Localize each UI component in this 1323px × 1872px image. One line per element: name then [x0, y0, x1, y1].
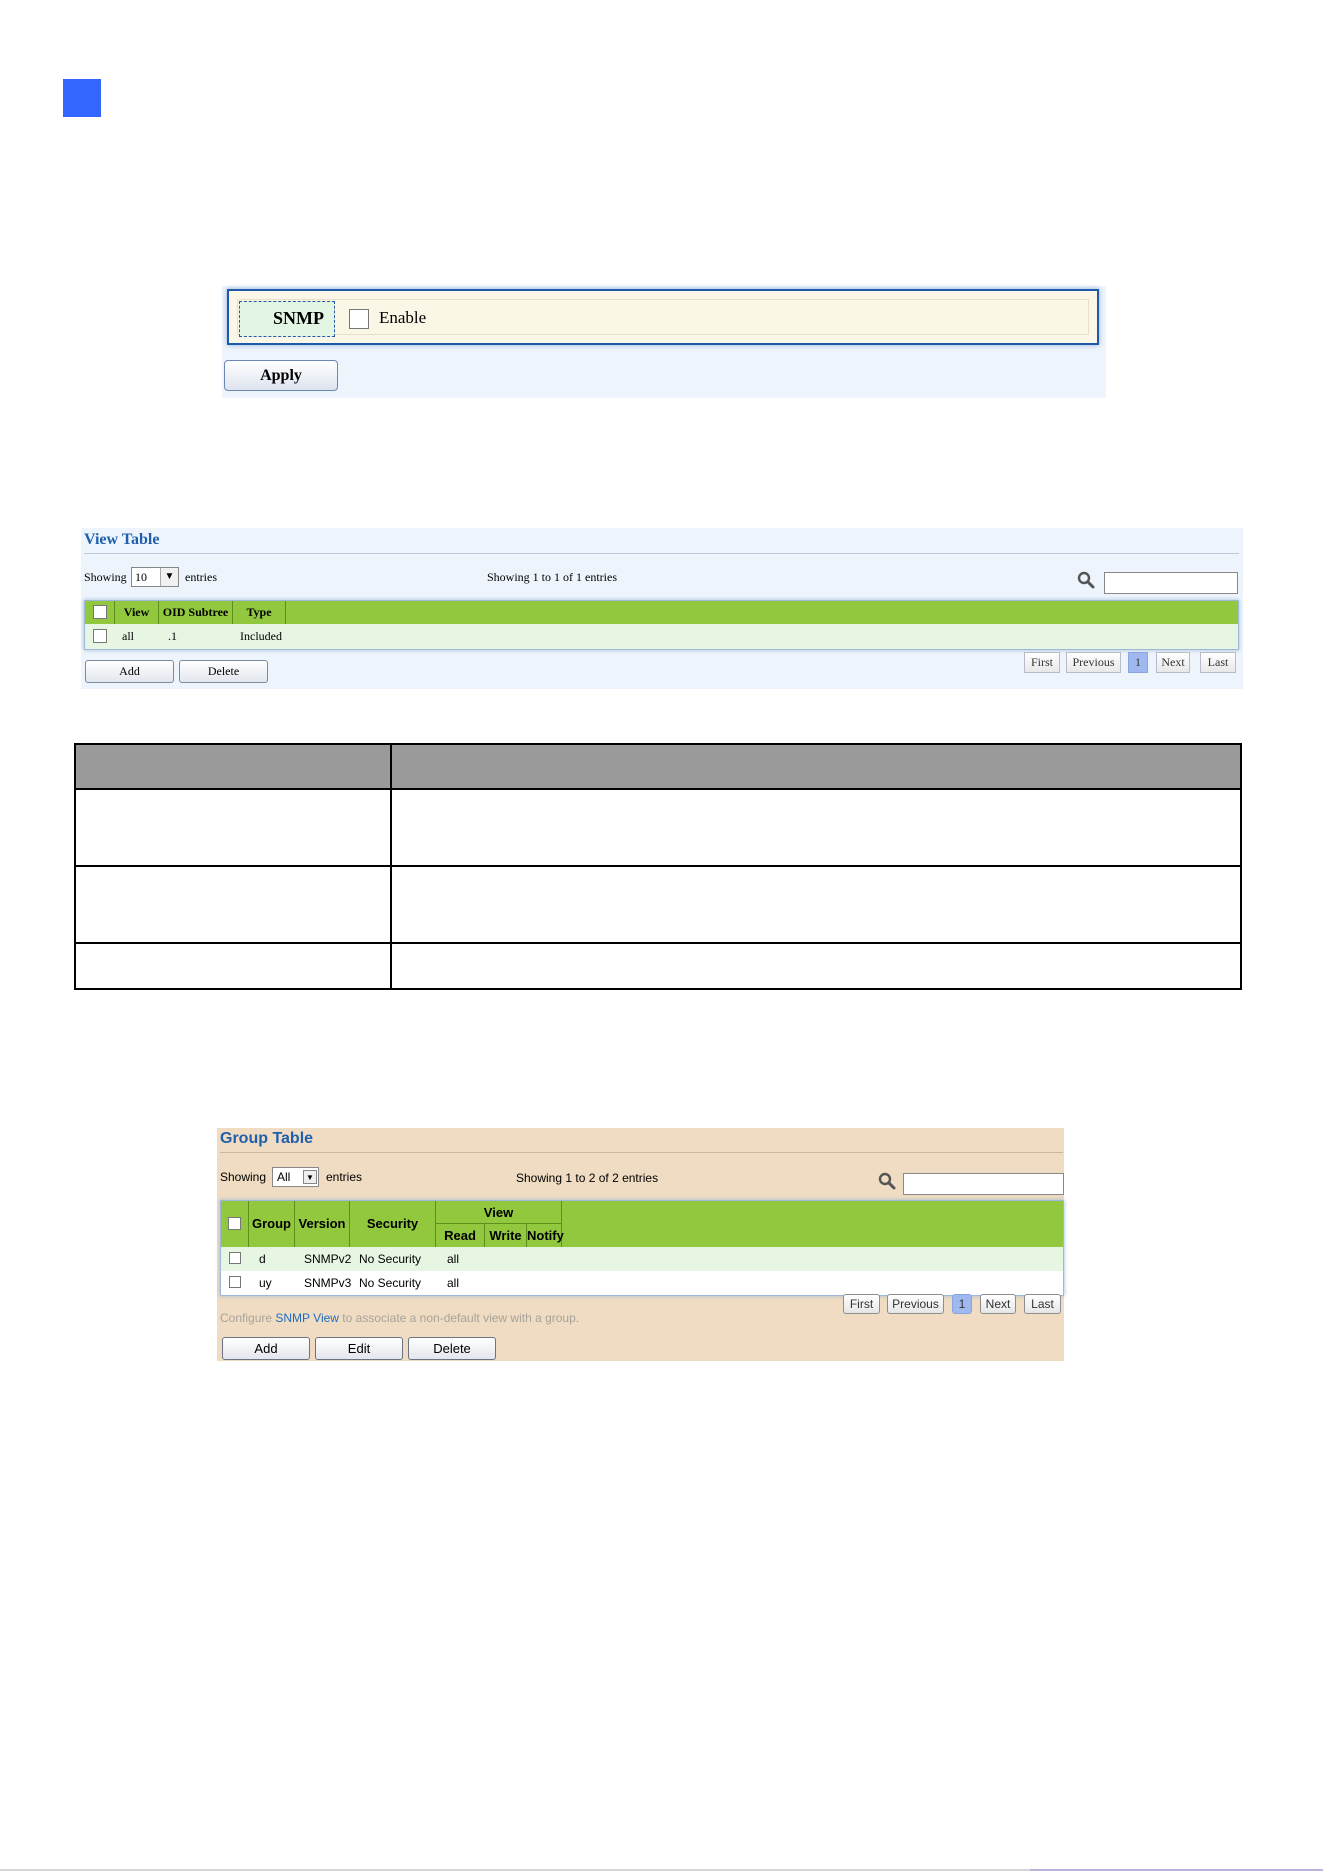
group-table-note: Configure SNMP View to associate a non-d…: [220, 1311, 579, 1325]
column-header-view-group: View: [436, 1201, 562, 1224]
view-table-grid: View OID Subtree Type all .1 Included: [84, 600, 1239, 650]
column-header-read[interactable]: Read: [436, 1224, 485, 1247]
view-table-page-size-select[interactable]: 10 ▼: [131, 567, 179, 587]
column-header-view[interactable]: View: [115, 601, 159, 624]
row-checkbox[interactable]: [93, 629, 107, 643]
chevron-down-icon: ▼: [160, 568, 178, 586]
view-table-info: Showing 1 to 1 of 1 entries: [487, 570, 617, 584]
view-pagination-first[interactable]: First: [1024, 652, 1060, 673]
view-table-showing-label: Showing: [84, 570, 127, 584]
column-header-notify[interactable]: Notify: [527, 1224, 564, 1247]
group-pagination-current[interactable]: 1: [952, 1294, 972, 1314]
table-row[interactable]: all .1 Included: [85, 624, 1238, 649]
group-pagination-first[interactable]: First: [843, 1294, 880, 1314]
group-table-entries-label: entries: [326, 1170, 363, 1184]
group-table-page-size-select[interactable]: All ▼: [272, 1167, 319, 1187]
view-table-select-all-checkbox[interactable]: [93, 605, 107, 619]
row-checkbox[interactable]: [229, 1252, 241, 1264]
snmp-label: SNMP: [239, 301, 335, 337]
view-pagination-last[interactable]: Last: [1200, 652, 1236, 673]
view-table-select-all-cell: [85, 601, 115, 624]
view-delete-button[interactable]: Delete: [179, 660, 268, 683]
row-security-level: No Security: [359, 1252, 422, 1266]
snmp-enable-label: Enable: [379, 308, 427, 327]
view-table-search-input[interactable]: [1104, 572, 1238, 594]
snmp-enable-checkbox[interactable]: [349, 309, 369, 329]
description-table-row: [76, 790, 1240, 867]
chevron-down-icon: ▼: [303, 1170, 317, 1184]
search-icon: [1077, 571, 1095, 589]
snmp-view-link[interactable]: SNMP View: [275, 1311, 339, 1325]
section-marker: [63, 79, 101, 117]
group-table-grid: Group Version Security Level View Read W…: [220, 1200, 1064, 1296]
group-table-select-all-checkbox[interactable]: [228, 1217, 241, 1230]
view-table-entries-label: entries: [185, 570, 217, 584]
row-oid-subtree: .1: [168, 629, 177, 643]
group-table-panel: Group Table Showing All ▼ entries Showin…: [217, 1128, 1064, 1361]
view-table-page-size-value: 10: [135, 570, 147, 584]
group-table-page-size-value: All: [277, 1170, 291, 1184]
footer-accent-rule: [1030, 1869, 1323, 1871]
group-table-header: Group Version Security Level View Read W…: [221, 1201, 1063, 1277]
group-table-showing-label: Showing: [220, 1170, 267, 1184]
description-table-divider: [390, 745, 392, 988]
view-add-button[interactable]: Add: [85, 660, 174, 683]
row-version: SNMPv2: [304, 1252, 352, 1266]
view-pagination-next[interactable]: Next: [1156, 652, 1190, 673]
note-text-before: Configure: [220, 1311, 276, 1325]
view-pagination-previous[interactable]: Previous: [1066, 652, 1121, 673]
view-table-header-row: View OID Subtree Type: [85, 601, 1238, 624]
group-pagination-next[interactable]: Next: [980, 1294, 1016, 1314]
search-icon: [878, 1172, 896, 1190]
view-table-panel: View Table Showing 10 ▼ entries Showing …: [81, 528, 1243, 689]
group-delete-button[interactable]: Delete: [408, 1337, 496, 1360]
column-header-group[interactable]: Group: [249, 1201, 295, 1247]
table-row[interactable]: uy SNMPv3 No Security all: [221, 1271, 1063, 1295]
column-header-security-level[interactable]: Security Level: [350, 1201, 436, 1277]
row-group: d: [259, 1252, 266, 1266]
description-table-row: [76, 867, 1240, 944]
table-row[interactable]: d SNMPv2 No Security all: [221, 1247, 1063, 1271]
group-pagination-last[interactable]: Last: [1024, 1294, 1061, 1314]
column-header-type[interactable]: Type: [233, 601, 286, 624]
row-security-level: No Security: [359, 1276, 422, 1290]
description-table-header: [76, 745, 1240, 790]
view-pagination-current[interactable]: 1: [1128, 652, 1148, 673]
snmp-form-box: SNMP Enable: [227, 289, 1099, 345]
row-version: SNMPv3: [304, 1276, 352, 1290]
view-table-title: View Table: [84, 531, 160, 548]
snmp-settings-panel: SNMP Enable Apply: [222, 286, 1106, 398]
note-text-after: to associate a non-default view with a g…: [338, 1311, 580, 1325]
column-header-write[interactable]: Write: [485, 1224, 527, 1247]
row-type: Included: [240, 629, 282, 643]
row-view: all: [122, 629, 134, 643]
group-table-select-all-cell: [221, 1201, 249, 1247]
row-read: all: [447, 1276, 460, 1290]
row-read: all: [447, 1252, 460, 1266]
row-checkbox[interactable]: [229, 1276, 241, 1288]
column-header-oid-subtree[interactable]: OID Subtree: [159, 601, 233, 624]
description-table: [74, 743, 1242, 990]
group-add-button[interactable]: Add: [222, 1337, 310, 1360]
view-table-title-rule: [84, 553, 1239, 554]
group-table-search-input[interactable]: [903, 1173, 1064, 1195]
group-table-title-rule: [220, 1152, 1063, 1153]
group-table-title: Group Table: [220, 1130, 314, 1147]
group-edit-button[interactable]: Edit: [315, 1337, 403, 1360]
group-pagination-previous[interactable]: Previous: [887, 1294, 944, 1314]
group-table-info: Showing 1 to 2 of 2 entries: [516, 1171, 659, 1185]
row-group: uy: [259, 1276, 272, 1290]
column-header-version[interactable]: Version: [295, 1201, 350, 1247]
apply-button[interactable]: Apply: [224, 360, 338, 391]
